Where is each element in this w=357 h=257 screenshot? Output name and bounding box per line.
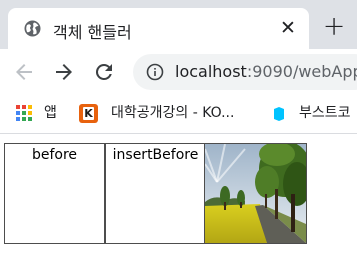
page-content: before insertBefore <box>0 134 357 257</box>
bookmarks-bar: 앱 K 대학공개강의 - KO... 부스트코 <box>0 95 357 134</box>
address-bar[interactable]: localhost:9090/webApp <box>133 54 357 90</box>
boostcourse-icon <box>274 107 284 121</box>
kmooc-icon-letter: K <box>83 107 94 120</box>
url-host: localhost <box>175 62 247 81</box>
bookmark-label: 부스트코 <box>299 105 351 121</box>
bookmark-label: 대학공개강의 - KO... <box>111 105 235 121</box>
back-button[interactable] <box>12 60 36 84</box>
arrow-left-icon <box>16 64 32 80</box>
kmooc-icon: K <box>79 104 98 123</box>
arrow-right-icon <box>56 64 72 80</box>
insert-before-box: insertBefore <box>105 143 206 244</box>
globe-icon <box>24 20 41 37</box>
bookmark-label: 앱 <box>44 105 57 121</box>
tab-title: 객체 핸들러 <box>53 23 132 42</box>
browser-tab[interactable]: 객체 핸들러 ✕ <box>8 8 309 49</box>
browser-toolbar: localhost:9090/webApp <box>0 49 357 95</box>
apps-grid-icon <box>16 105 32 121</box>
url-path: :9090/webApp <box>246 62 357 81</box>
info-icon[interactable] <box>146 63 164 81</box>
tab-strip: 객체 핸들러 ✕ + <box>0 0 357 49</box>
reload-button[interactable] <box>92 60 116 84</box>
new-tab-button[interactable]: + <box>321 13 347 41</box>
landscape-photo <box>205 144 306 243</box>
before-box: before <box>4 143 105 244</box>
landscape-image <box>204 143 307 244</box>
url-text: localhost:9090/webApp <box>175 62 357 81</box>
forward-button[interactable] <box>52 60 76 84</box>
close-icon[interactable]: ✕ <box>278 18 298 38</box>
reload-icon <box>95 63 112 80</box>
